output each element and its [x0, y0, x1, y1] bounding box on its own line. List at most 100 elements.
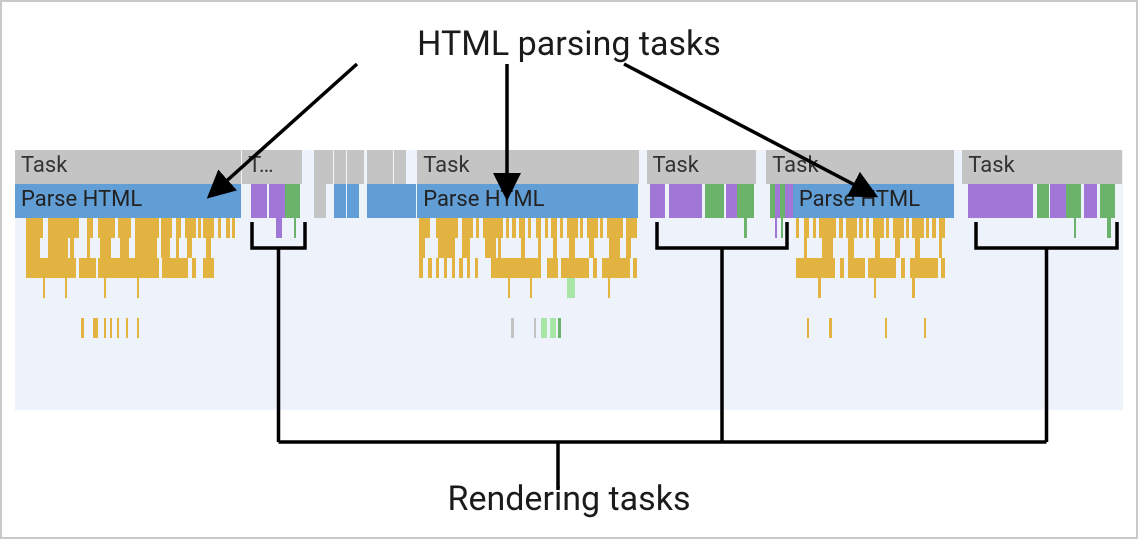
flame-bar	[846, 218, 857, 238]
flame-bar	[545, 218, 548, 238]
flame-bar	[775, 218, 777, 238]
flame-row	[15, 318, 1123, 338]
flame-bar	[491, 258, 541, 278]
flame-bar	[126, 318, 128, 338]
flame-graph	[15, 218, 1123, 338]
purple-segment	[1084, 184, 1097, 218]
flame-bar	[874, 278, 876, 298]
purple-segment	[650, 184, 667, 218]
flame-bar	[26, 238, 40, 258]
top-annotation-label: HTML parsing tasks	[417, 24, 721, 64]
flame-bar	[530, 278, 532, 298]
flame-bar	[848, 238, 854, 258]
diagram-frame: HTML parsing tasks Rendering tasks TaskT…	[0, 0, 1138, 539]
flame-bar	[104, 318, 106, 338]
flame-bar	[87, 218, 93, 238]
grey-segment	[314, 184, 327, 218]
flame-bar	[519, 218, 525, 238]
flame-bar	[476, 218, 479, 238]
flame-row	[15, 278, 1123, 298]
flame-bar	[875, 238, 881, 258]
parse-html-block: Parse HTML	[793, 184, 955, 218]
flame-bar	[807, 318, 809, 338]
flame-bar	[475, 258, 478, 278]
flame-bar	[939, 238, 942, 258]
flame-bar	[895, 238, 901, 258]
flame-bar	[444, 258, 447, 278]
task-block	[381, 150, 394, 184]
task-label: Task	[653, 153, 699, 178]
flame-bar	[602, 258, 630, 278]
flame-bar	[589, 238, 595, 258]
flame-bar	[185, 218, 196, 238]
flame-bar	[104, 278, 106, 298]
flame-bar	[553, 238, 556, 258]
flame-bar	[512, 218, 515, 238]
flame-bar	[567, 278, 575, 298]
flame-bar	[885, 318, 887, 338]
flame-bar	[607, 218, 624, 238]
task-block: Task	[766, 150, 954, 184]
flame-bar	[868, 258, 896, 278]
flame-bar	[1107, 218, 1110, 238]
flame-row	[15, 238, 1123, 258]
flame-bar	[506, 218, 509, 238]
flame-bar	[187, 238, 193, 258]
flame-bar	[886, 218, 889, 238]
flame-bar	[1074, 218, 1076, 238]
flame-bar	[744, 218, 747, 238]
flame-bar	[419, 218, 430, 238]
purple-segment	[251, 184, 268, 218]
flame-bar	[600, 218, 603, 238]
flame-bar	[117, 318, 119, 338]
flame-bar	[483, 218, 503, 238]
flame-bar	[419, 258, 422, 278]
flame-bar	[626, 238, 632, 258]
flame-bar	[203, 218, 214, 238]
flame-bar	[294, 218, 296, 238]
flame-bar	[161, 238, 170, 258]
flame-bar	[48, 238, 68, 258]
flame-bar	[926, 218, 929, 238]
flame-bar	[910, 258, 938, 278]
flame-bar	[428, 258, 431, 278]
flame-bar	[560, 218, 563, 238]
flame-bar	[135, 218, 159, 238]
purple-segment	[675, 184, 703, 218]
parse-html-block	[404, 184, 417, 218]
flame-bar	[511, 318, 513, 338]
flame-bar	[98, 218, 115, 238]
flame-bar	[198, 218, 201, 238]
flame-bar	[232, 218, 235, 238]
flame-bar	[536, 218, 542, 238]
flame-bar	[550, 318, 556, 338]
subtask-label: Parse HTML	[21, 187, 142, 212]
flame-bar	[521, 238, 524, 258]
flame-bar	[226, 218, 230, 238]
flame-bar	[93, 318, 99, 338]
flame-bar	[587, 218, 598, 238]
flame-bar	[866, 218, 869, 238]
flame-bar	[569, 238, 575, 258]
task-block: Task	[962, 150, 1123, 184]
flame-bar	[206, 238, 212, 258]
flame-bar	[100, 238, 111, 258]
flame-bar	[65, 278, 67, 298]
timeline-panel: TaskT…TaskTaskTaskTask Parse HTMLParse H…	[15, 150, 1123, 410]
flame-bar	[609, 238, 620, 258]
green-segment	[1037, 184, 1050, 218]
flame-bar	[804, 238, 807, 258]
flame-bar	[436, 258, 439, 278]
flame-bar	[547, 258, 558, 278]
flame-bar	[901, 258, 904, 278]
flame-bar	[98, 258, 159, 278]
flame-bar	[137, 318, 139, 338]
flame-bar	[498, 238, 501, 258]
parse-html-block: Parse HTML	[417, 184, 639, 218]
flame-bar	[626, 218, 637, 238]
flame-bar	[43, 278, 45, 298]
flame-bar	[538, 238, 541, 258]
flame-bar	[508, 278, 510, 298]
flame-bar	[813, 218, 816, 238]
task-label: Task	[423, 153, 469, 178]
